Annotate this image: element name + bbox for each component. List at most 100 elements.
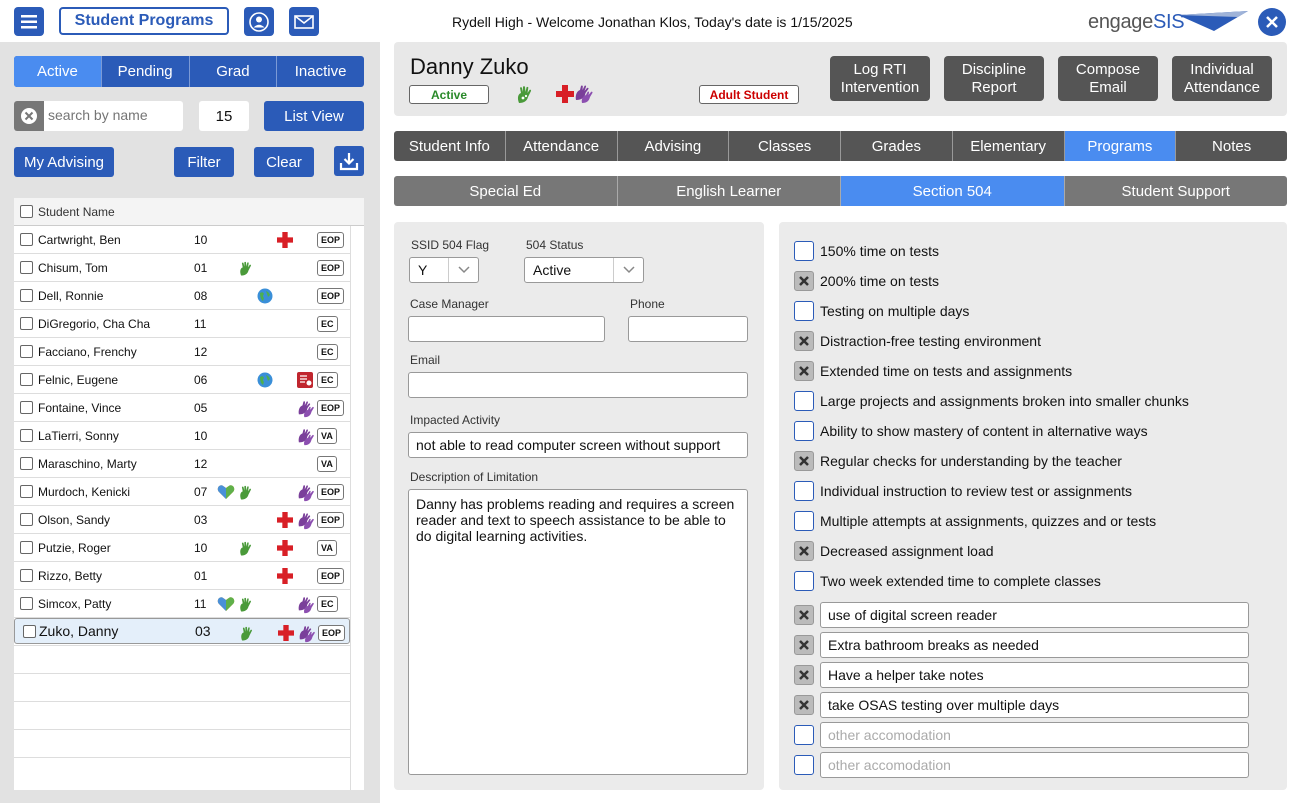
table-row[interactable]: Felnic, Eugene 06 EC xyxy=(14,366,350,394)
accommodation-checkbox[interactable] xyxy=(794,511,814,531)
other-accommodation-checkbox[interactable] xyxy=(794,725,814,745)
student-programs-button[interactable]: Student Programs xyxy=(59,7,229,35)
table-row[interactable]: Murdoch, Kenicki 07 EOP xyxy=(14,478,350,506)
individual-attendance-button[interactable]: Individual Attendance xyxy=(1172,56,1272,101)
search-input[interactable] xyxy=(48,107,178,123)
case-manager-input[interactable] xyxy=(408,316,605,342)
tab-elementary[interactable]: Elementary xyxy=(953,131,1065,161)
other-accommodation-input[interactable]: other accomodation xyxy=(820,722,1249,748)
row-checkbox[interactable] xyxy=(20,401,33,414)
table-row[interactable]: Dell, Ronnie 08 EOP xyxy=(14,282,350,310)
count-field[interactable]: 15 xyxy=(199,101,249,131)
row-checkbox[interactable] xyxy=(23,624,36,638)
other-accommodation-input[interactable]: Have a helper take notes xyxy=(820,662,1249,688)
accommodation-checkbox[interactable] xyxy=(794,331,814,351)
discipline-report-button[interactable]: Discipline Report xyxy=(944,56,1044,101)
my-advising-button[interactable]: My Advising xyxy=(14,147,114,177)
table-row[interactable]: Facciano, Frenchy 12 EC xyxy=(14,338,350,366)
tab-grades[interactable]: Grades xyxy=(841,131,953,161)
table-row[interactable]: Simcox, Patty 11 EC xyxy=(14,590,350,618)
tab-section-504[interactable]: Section 504 xyxy=(841,176,1065,206)
ssid-504-flag-select[interactable]: Y xyxy=(409,257,479,283)
other-accommodation-input[interactable]: other accomodation xyxy=(820,752,1249,778)
table-row[interactable]: Putzie, Roger 10 VA xyxy=(14,534,350,562)
tab-programs[interactable]: Programs xyxy=(1064,131,1177,161)
accommodation-checkbox[interactable] xyxy=(794,571,814,591)
description-textarea[interactable]: Danny has problems reading and requires … xyxy=(408,489,748,775)
other-accommodation-checkbox[interactable] xyxy=(794,755,814,775)
student-name[interactable]: LaTierri, Sonny xyxy=(38,429,119,443)
tab-english-learner[interactable]: English Learner xyxy=(618,176,841,206)
other-accommodation-input[interactable]: take OSAS testing over multiple days xyxy=(820,692,1249,718)
student-name[interactable]: Maraschino, Marty xyxy=(38,457,137,471)
table-row[interactable]: DiGregorio, Cha Cha 11 EC xyxy=(14,310,350,338)
student-name[interactable]: Putzie, Roger xyxy=(38,541,111,555)
table-row[interactable]: Chisum, Tom 01 EOP xyxy=(14,254,350,282)
email-input[interactable] xyxy=(408,372,748,398)
student-name[interactable]: Simcox, Patty xyxy=(38,597,111,611)
accommodation-checkbox[interactable] xyxy=(794,271,814,291)
accommodation-checkbox[interactable] xyxy=(794,481,814,501)
menu-button[interactable] xyxy=(14,7,44,36)
table-row[interactable]: Cartwright, Ben 10 EOP xyxy=(14,226,350,254)
tab-attendance[interactable]: Attendance xyxy=(506,131,618,161)
table-row[interactable]: Rizzo, Betty 01 EOP xyxy=(14,562,350,590)
tab-active[interactable]: Active xyxy=(14,56,102,87)
student-name[interactable]: Dell, Ronnie xyxy=(38,289,103,303)
list-view-button[interactable]: List View xyxy=(264,101,364,131)
student-name[interactable]: Cartwright, Ben xyxy=(38,233,121,247)
student-name[interactable]: Olson, Sandy xyxy=(38,513,110,527)
tab-special-ed[interactable]: Special Ed xyxy=(394,176,618,206)
table-row[interactable]: Maraschino, Marty 12 VA xyxy=(14,450,350,478)
student-name[interactable]: Murdoch, Kenicki xyxy=(38,485,130,499)
student-name[interactable]: Rizzo, Betty xyxy=(38,569,102,583)
tab-inactive[interactable]: Inactive xyxy=(277,56,364,87)
other-accommodation-checkbox[interactable] xyxy=(794,605,814,625)
tab-advising[interactable]: Advising xyxy=(618,131,730,161)
accommodation-checkbox[interactable] xyxy=(794,361,814,381)
tab-pending[interactable]: Pending xyxy=(102,56,190,87)
other-accommodation-checkbox[interactable] xyxy=(794,635,814,655)
row-checkbox[interactable] xyxy=(20,569,33,582)
accommodation-checkbox[interactable] xyxy=(794,391,814,411)
row-checkbox[interactable] xyxy=(20,541,33,554)
student-name[interactable]: DiGregorio, Cha Cha xyxy=(38,317,150,331)
other-accommodation-checkbox[interactable] xyxy=(794,665,814,685)
student-name[interactable]: Felnic, Eugene xyxy=(38,373,118,387)
list-scrollbar[interactable] xyxy=(350,226,364,790)
row-checkbox[interactable] xyxy=(20,373,33,386)
tab-student-info[interactable]: Student Info xyxy=(394,131,506,161)
row-checkbox[interactable] xyxy=(20,457,33,470)
row-checkbox[interactable] xyxy=(20,289,33,302)
row-checkbox[interactable] xyxy=(20,429,33,442)
tab-notes[interactable]: Notes xyxy=(1176,131,1287,161)
student-name[interactable]: Chisum, Tom xyxy=(38,261,108,275)
504-status-select[interactable]: Active xyxy=(524,257,644,283)
clear-search-button[interactable] xyxy=(14,101,44,131)
tab-grad[interactable]: Grad xyxy=(190,56,278,87)
filter-button[interactable]: Filter xyxy=(174,147,234,177)
download-button[interactable] xyxy=(334,146,364,176)
student-name[interactable]: Fontaine, Vince xyxy=(38,401,121,415)
impacted-activity-input[interactable]: not able to read computer screen without… xyxy=(408,432,748,458)
student-name[interactable]: Facciano, Frenchy xyxy=(38,345,137,359)
clear-button[interactable]: Clear xyxy=(254,147,314,177)
row-checkbox[interactable] xyxy=(20,597,33,610)
accommodation-checkbox[interactable] xyxy=(794,541,814,561)
row-checkbox[interactable] xyxy=(20,317,33,330)
tab-classes[interactable]: Classes xyxy=(729,131,841,161)
select-all-checkbox[interactable] xyxy=(20,205,33,218)
row-checkbox[interactable] xyxy=(20,485,33,498)
table-row[interactable]: Olson, Sandy 03 EOP xyxy=(14,506,350,534)
accommodation-checkbox[interactable] xyxy=(794,421,814,441)
close-button[interactable] xyxy=(1258,8,1286,36)
other-accommodation-input[interactable]: use of digital screen reader xyxy=(820,602,1249,628)
row-checkbox[interactable] xyxy=(20,513,33,526)
table-row[interactable]: LaTierri, Sonny 10 VA xyxy=(14,422,350,450)
other-accommodation-input[interactable]: Extra bathroom breaks as needed xyxy=(820,632,1249,658)
compose-email-button[interactable]: Compose Email xyxy=(1058,56,1158,101)
profile-button[interactable] xyxy=(244,7,274,36)
row-checkbox[interactable] xyxy=(20,233,33,246)
tab-student-support[interactable]: Student Support xyxy=(1065,176,1288,206)
mail-button[interactable] xyxy=(289,7,319,36)
